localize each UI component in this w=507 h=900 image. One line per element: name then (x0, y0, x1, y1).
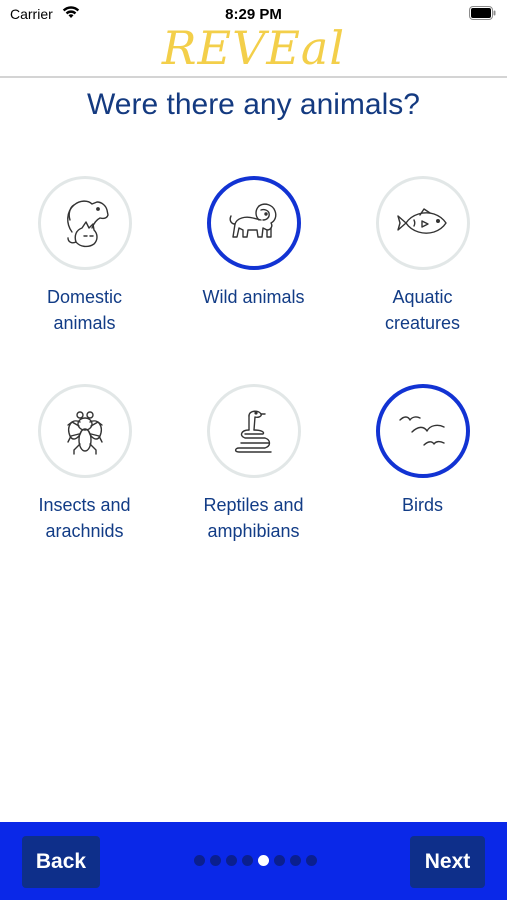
page-dot[interactable] (242, 855, 253, 866)
header-divider (0, 76, 507, 78)
lion-icon (229, 203, 276, 238)
option-circle[interactable] (37, 176, 132, 270)
option-circle-selected[interactable] (375, 384, 470, 478)
page-dot[interactable] (210, 855, 221, 866)
option-wild-animals[interactable]: Wild animals (169, 176, 338, 310)
option-circle[interactable] (206, 384, 301, 478)
fly-icon (66, 411, 103, 455)
option-reptiles-amphibians[interactable]: Reptiles and amphibians (169, 384, 338, 544)
fish-icon (396, 208, 447, 234)
option-aquatic-creatures[interactable]: Aquatic creatures (338, 176, 507, 336)
page-dot[interactable] (274, 855, 285, 866)
option-circle-selected[interactable] (206, 176, 301, 270)
app-logo: REVEal (161, 21, 346, 75)
option-label: Insects and arachnids (38, 495, 131, 541)
option-birds[interactable]: Birds (338, 384, 507, 518)
page-dot[interactable] (194, 855, 205, 866)
bottom-navigation-bar: Back Next (0, 822, 507, 900)
option-insects-arachnids[interactable]: Insects and arachnids (0, 384, 169, 544)
dog-cat-icon (66, 200, 109, 248)
option-label: Reptiles and amphibians (203, 495, 304, 541)
birds-icon (398, 416, 445, 446)
option-label: Birds (401, 495, 443, 515)
page-dot-active[interactable] (258, 855, 269, 866)
page-dot[interactable] (226, 855, 237, 866)
option-label: Aquatic creatures (384, 287, 461, 333)
option-label: Wild animals (202, 287, 305, 307)
page-dot[interactable] (306, 855, 317, 866)
option-domestic-animals[interactable]: Domestic animals (0, 176, 169, 336)
page-title: Were there any animals? (87, 88, 420, 121)
option-label: Domestic animals (46, 287, 122, 333)
back-button[interactable]: Back (22, 836, 100, 888)
option-circle[interactable] (37, 384, 132, 478)
option-circle[interactable] (375, 176, 470, 270)
page-dot[interactable] (290, 855, 301, 866)
page-indicator[interactable] (194, 855, 317, 866)
snake-icon (234, 410, 272, 453)
next-button[interactable]: Next (410, 836, 485, 888)
